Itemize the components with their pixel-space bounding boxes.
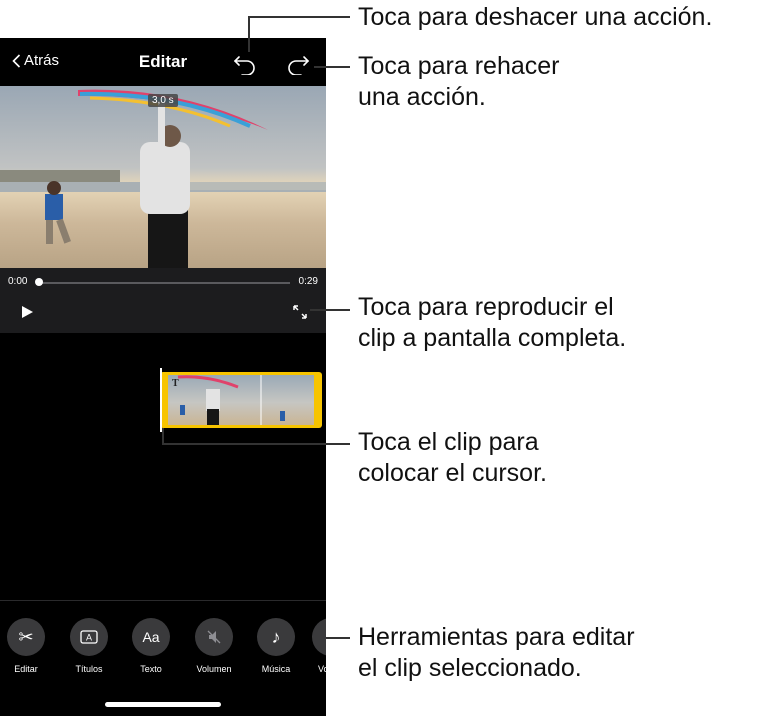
scissors-icon: ✂ bbox=[7, 618, 45, 656]
tool-musica[interactable]: ♪ Música bbox=[250, 618, 302, 674]
redo-leader bbox=[314, 66, 350, 68]
tool-texto[interactable]: Aa Texto bbox=[125, 618, 177, 674]
current-time: 0:00 bbox=[8, 276, 28, 287]
fullscreen-leader bbox=[310, 309, 350, 311]
svg-text:A: A bbox=[86, 633, 92, 643]
text-icon: Aa bbox=[132, 618, 170, 656]
video-preview[interactable]: 3,0 s bbox=[0, 86, 326, 268]
callout-redo: Toca para rehacer una acción. bbox=[358, 51, 560, 113]
navigation-bar: Atrás Editar bbox=[0, 38, 326, 86]
play-icon[interactable] bbox=[20, 305, 34, 319]
tool-volumen[interactable]: Volumen bbox=[188, 618, 240, 674]
callout-clip: Toca el clip para colocar el cursor. bbox=[358, 427, 547, 489]
callout-tools-line2: el clip seleccionado. bbox=[358, 654, 582, 682]
tool-label: Editar bbox=[14, 664, 38, 674]
callout-undo: Toca para deshacer una acción. bbox=[358, 3, 713, 31]
playhead-cursor bbox=[160, 368, 162, 432]
callout-tools-line1: Herramientas para editar bbox=[358, 623, 635, 651]
undo-leader-vertical bbox=[248, 16, 250, 52]
tools-leader bbox=[326, 637, 350, 639]
toolbar-divider bbox=[0, 600, 326, 601]
video-scene-image bbox=[0, 89, 326, 268]
total-time: 0:29 bbox=[298, 276, 318, 287]
scrubber-track[interactable] bbox=[38, 282, 290, 284]
iphone-screen: Atrás Editar 3,0 s 0:00 0:29 T ✂ Editar … bbox=[0, 38, 326, 716]
page-title: Editar bbox=[138, 52, 188, 71]
tool-titulos[interactable]: A Títulos bbox=[63, 618, 115, 674]
tool-partial-icon bbox=[312, 618, 326, 656]
redo-icon[interactable] bbox=[285, 51, 311, 75]
tool-label: Vo bbox=[318, 664, 326, 674]
undo-icon[interactable] bbox=[232, 51, 258, 75]
title-marker: T bbox=[172, 378, 179, 389]
playback-controls: 0:00 0:29 bbox=[0, 268, 326, 333]
callout-fullscreen-line1: Toca para reproducir el bbox=[358, 293, 614, 321]
title-icon: A bbox=[70, 618, 108, 656]
clip-leader-horizontal bbox=[162, 443, 350, 445]
duration-badge: 3,0 s bbox=[148, 94, 178, 107]
undo-leader-horizontal bbox=[248, 16, 350, 18]
callout-redo-line2: una acción. bbox=[358, 83, 486, 111]
tool-label: Volumen bbox=[196, 664, 232, 674]
callout-fullscreen-line2: clip a pantalla completa. bbox=[358, 324, 627, 352]
tool-label: Música bbox=[261, 664, 291, 674]
tool-editar[interactable]: ✂ Editar bbox=[0, 618, 52, 674]
callout-redo-line1: Toca para rehacer bbox=[358, 52, 560, 80]
clip-thumbnail-image bbox=[177, 375, 285, 425]
tool-label: Texto bbox=[140, 664, 162, 674]
callout-clip-line2: colocar el cursor. bbox=[358, 459, 547, 487]
timeline-clip[interactable]: T bbox=[160, 372, 322, 428]
clip-thumbnails: T bbox=[168, 375, 314, 425]
tool-partial[interactable]: Vo bbox=[306, 618, 326, 674]
fullscreen-icon[interactable] bbox=[292, 304, 308, 320]
scrubber-handle[interactable] bbox=[35, 278, 43, 286]
music-note-icon: ♪ bbox=[257, 618, 295, 656]
callout-tools: Herramientas para editar el clip selecci… bbox=[358, 622, 635, 684]
clip-leader-vertical bbox=[162, 428, 164, 444]
home-indicator bbox=[105, 702, 221, 707]
volume-muted-icon bbox=[195, 618, 233, 656]
tool-label: Títulos bbox=[75, 664, 103, 674]
callout-fullscreen: Toca para reproducir el clip a pantalla … bbox=[358, 292, 626, 354]
callout-clip-line1: Toca el clip para bbox=[358, 428, 539, 456]
